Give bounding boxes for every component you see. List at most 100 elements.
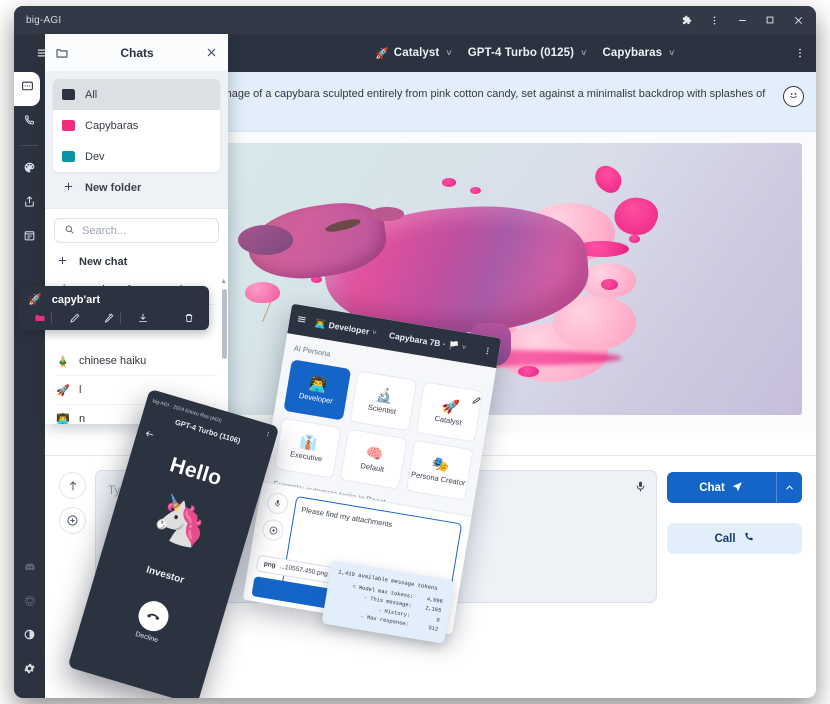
persona-card-default[interactable]: 🧠 Default xyxy=(339,428,408,490)
developer-icon: 👨‍💻 xyxy=(56,413,70,425)
maximize-button[interactable] xyxy=(756,6,784,34)
chat-bubble-icon xyxy=(21,80,34,98)
back-arrow-icon[interactable] xyxy=(141,425,157,445)
rail-item-settings[interactable] xyxy=(14,654,45,688)
rocket-icon: 🚀 xyxy=(375,47,389,60)
drawer-header: Chats xyxy=(45,34,228,72)
rail-item-call[interactable] xyxy=(14,106,45,140)
persona-card-catalyst[interactable]: 🚀 Catalyst xyxy=(415,381,484,443)
extension-puzzle-icon[interactable] xyxy=(672,6,700,34)
persona-label: Catalyst xyxy=(393,47,440,59)
persona-window-persona-selector[interactable]: 👨‍💻 Developer ˅ xyxy=(314,317,377,338)
news-icon xyxy=(23,229,36,247)
folder-outline-icon[interactable] xyxy=(55,46,69,60)
share-icon xyxy=(23,195,36,213)
developer-icon: 👨‍💻 xyxy=(308,374,329,394)
attach-button[interactable] xyxy=(59,472,86,499)
chevron-down-icon: ˅ xyxy=(461,343,467,352)
search-placeholder: Search... xyxy=(82,224,127,237)
close-icon[interactable] xyxy=(205,46,218,59)
chat-title: l xyxy=(79,384,82,396)
folder-icon xyxy=(62,120,75,131)
selected-chat-title: capyb'art xyxy=(51,293,101,306)
new-folder-button[interactable]: New folder xyxy=(53,174,220,202)
chevron-down-icon: ˅ xyxy=(581,48,587,58)
phone-decline-button[interactable]: Decline xyxy=(81,582,222,660)
gear-icon xyxy=(23,662,36,680)
minimize-button[interactable] xyxy=(728,6,756,34)
call-button[interactable]: Call xyxy=(667,523,802,554)
attachment-kind: png xyxy=(263,560,277,570)
avatar xyxy=(783,86,804,107)
list-item[interactable]: 🚀 l xyxy=(45,376,228,404)
persona-window-model-label: Capybara 7B · xyxy=(388,330,447,350)
magic-wand-icon[interactable] xyxy=(98,312,120,324)
persona-card-developer[interactable]: 👨‍💻 Developer xyxy=(283,359,352,421)
edit-pencil-icon[interactable] xyxy=(470,392,483,411)
microphone-icon[interactable] xyxy=(634,480,647,498)
send-chat-button[interactable]: Chat xyxy=(667,472,776,503)
microscope-icon: 🔬 xyxy=(374,385,395,405)
persona-window-persona-label: Developer xyxy=(327,319,371,337)
folders-card: All Capybaras Dev xyxy=(53,79,220,172)
trash-icon[interactable] xyxy=(178,312,200,324)
persona-window-menu-button[interactable] xyxy=(482,345,493,357)
persona-selector[interactable]: 🚀 Catalyst ˅ xyxy=(375,47,452,60)
persona-card-label: Developer xyxy=(298,391,334,406)
folder-icon xyxy=(62,89,75,100)
chevron-down-icon: ˅ xyxy=(669,48,675,58)
list-item[interactable]: 🎍 chinese haiku xyxy=(45,347,228,375)
persona-window-model-selector[interactable]: Capybara 7B · 🏳️ ˅ xyxy=(388,330,467,354)
model-selector[interactable]: GPT-4 Turbo (0125) ˅ xyxy=(468,47,587,59)
browser-menu-icon[interactable] xyxy=(700,6,728,34)
plus-circle-icon[interactable] xyxy=(260,517,286,543)
send-icon xyxy=(731,480,744,496)
folder-selector[interactable]: Capybaras ˅ xyxy=(602,47,674,59)
masks-icon: 🎭 xyxy=(430,454,451,474)
rail-item-draw[interactable] xyxy=(14,153,45,187)
persona-card-executive[interactable]: 👔 Executive xyxy=(273,417,342,479)
drawer-scrollbar[interactable] xyxy=(221,289,227,359)
rail-item-share[interactable] xyxy=(14,187,45,221)
chevron-down-icon: ˅ xyxy=(371,328,377,337)
hamburger-icon[interactable] xyxy=(296,314,308,327)
chat-title: chinese haiku xyxy=(79,355,147,367)
send-options-button[interactable] xyxy=(776,472,802,503)
persona-card-label: Catalyst xyxy=(433,413,463,428)
persona-card-label: Executive xyxy=(289,449,323,464)
rail-item-discord[interactable] xyxy=(14,552,45,586)
rail-item-chat[interactable] xyxy=(14,72,40,106)
search-input[interactable]: Search... xyxy=(54,218,219,243)
folder-item-capybaras[interactable]: Capybaras xyxy=(53,110,220,141)
persona-card-scientist[interactable]: 🔬 Scientist xyxy=(349,370,418,432)
persona-card-persona-creator[interactable]: 🎭 Persona Creator xyxy=(405,439,474,501)
microphone-icon[interactable] xyxy=(265,491,290,516)
persona-card-label: Default xyxy=(359,461,385,474)
new-chat-button[interactable]: New chat xyxy=(45,248,228,276)
phone-icon xyxy=(23,114,36,132)
selected-chat-card[interactable]: 🚀 capyb'art xyxy=(19,286,209,330)
folder-label: Capybaras xyxy=(602,47,663,59)
edit-pencil-icon[interactable] xyxy=(64,312,86,324)
rail-item-news[interactable] xyxy=(14,221,45,255)
rocket-icon: 🚀 xyxy=(440,396,461,416)
app-menu-button[interactable] xyxy=(794,47,806,59)
persona-card-label: Persona Creator xyxy=(410,469,467,488)
flag-icon: 🏳️ xyxy=(447,339,460,352)
folder-item-all[interactable]: All xyxy=(53,79,220,110)
download-icon[interactable] xyxy=(132,312,154,324)
close-button[interactable] xyxy=(784,6,812,34)
plus-circle-button[interactable] xyxy=(59,507,86,534)
rail-item-github[interactable] xyxy=(14,586,45,620)
app-body: 🚀 Catalyst ˅ GPT-4 Turbo (0125) ˅ Capyba… xyxy=(14,34,816,698)
browser-window: big-AGI 🚀 Catalyst ˅ GPT-4 Turbo (0125) … xyxy=(14,6,816,698)
folder-item-dev[interactable]: Dev xyxy=(53,141,220,172)
rail-item-theme[interactable] xyxy=(14,620,45,654)
capybara-ear xyxy=(369,206,405,221)
rail-divider xyxy=(21,145,38,146)
folder-icon[interactable] xyxy=(29,312,51,324)
attachment-name: ...10557.450.png xyxy=(278,563,329,579)
vertical-dots-icon[interactable] xyxy=(264,430,272,439)
discord-icon xyxy=(24,560,36,578)
capybara-snout xyxy=(238,224,294,255)
